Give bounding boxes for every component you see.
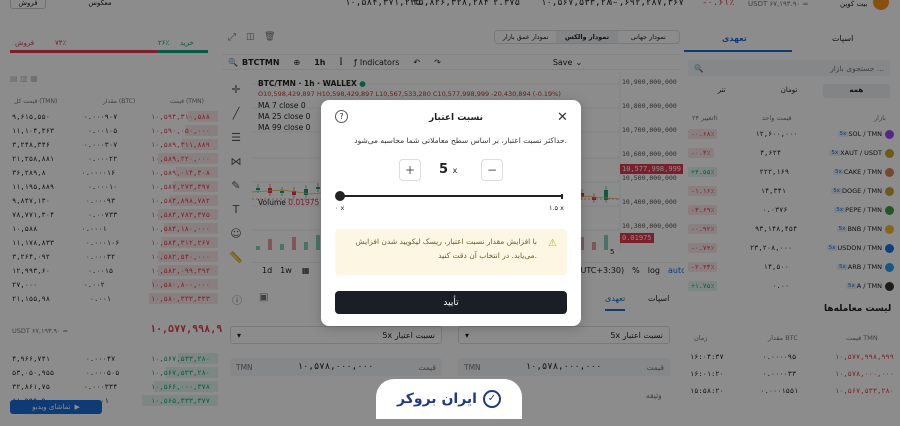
logo-icon: ✓ [482, 390, 501, 408]
help-icon[interactable]: ? [335, 110, 348, 123]
confirm-button[interactable]: تأیید [335, 291, 567, 314]
decrease-button[interactable]: − [481, 159, 503, 181]
leverage-number: 5 [439, 162, 449, 177]
slider-max-label: ۱.۵ x [549, 204, 564, 212]
slider-tick [561, 194, 563, 199]
leverage-modal: ✕ نسبت اعتبار ? حداکثر نسبت اعتبار، بر ا… [321, 100, 581, 326]
increase-button[interactable]: + [399, 159, 421, 181]
modal-title: نسبت اعتبار [429, 113, 484, 123]
leverage-unit: x [452, 166, 458, 175]
leverage-slider-handle[interactable] [335, 191, 345, 201]
watermark-logo: ایران بروکر ✓ [376, 379, 522, 419]
leverage-slider-track[interactable] [339, 195, 563, 197]
modal-description: حداکثر نسبت اعتبار، بر اساس سطح معاملاتی… [354, 136, 567, 145]
close-icon[interactable]: ✕ [557, 110, 568, 125]
warning-text: با افزایش مقدار نسبت اعتبار، ریسک لیکویی… [355, 237, 538, 260]
leverage-value-display: 5 x [439, 162, 457, 177]
slider-min-label: ۰ x [335, 204, 345, 212]
warning-icon: ⚠ [548, 238, 557, 249]
watermark-text: ایران بروکر [397, 391, 477, 407]
risk-warning: با افزایش مقدار نسبت اعتبار، ریسک لیکویی… [335, 229, 567, 275]
